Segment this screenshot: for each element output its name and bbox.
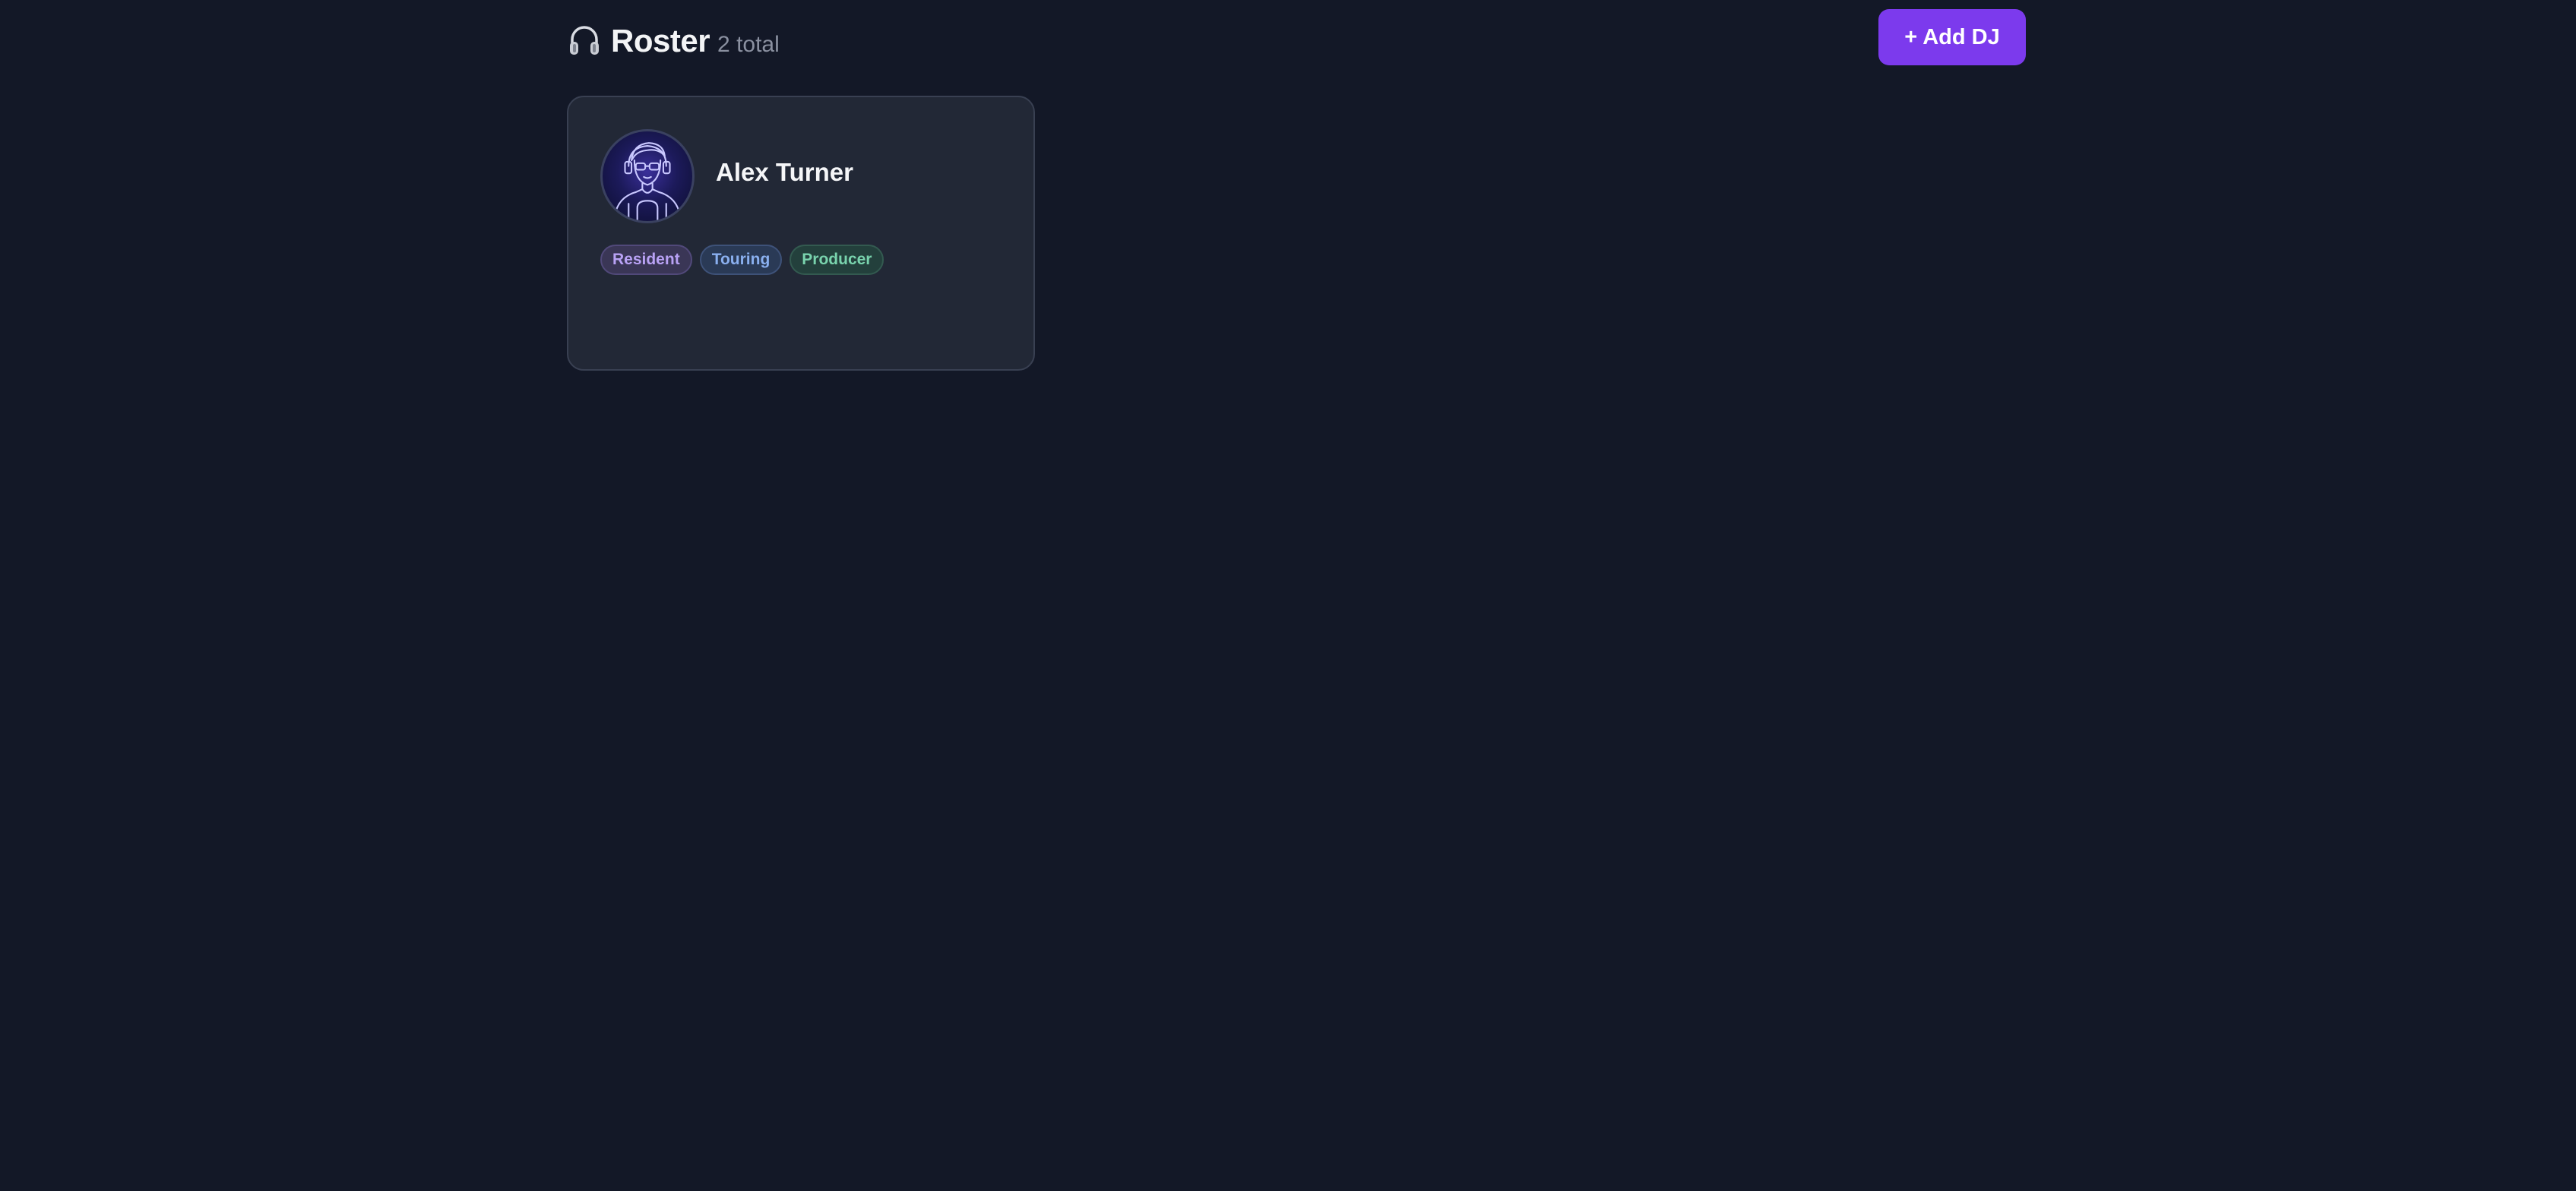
headphones-icon — [567, 23, 602, 58]
roster-count: 2 total — [717, 32, 780, 57]
avatar — [600, 129, 695, 223]
tag-resident: Resident — [600, 245, 692, 275]
tag-producer: Producer — [790, 245, 885, 275]
dj-card[interactable]: Alex Turner Resident Touring Producer — [567, 96, 1035, 371]
dj-avatar-illustration — [613, 142, 682, 221]
add-dj-button[interactable]: + Add DJ — [1878, 9, 2026, 65]
title-group: Roster 2 total — [567, 17, 780, 59]
page-title: Roster — [611, 23, 710, 58]
tag-touring: Touring — [699, 245, 783, 275]
dj-tags: Resident Touring Producer — [600, 245, 885, 275]
dj-name: Alex Turner — [716, 158, 853, 186]
page-header: Roster 2 total + Add DJ — [567, 9, 2026, 67]
roster-page: Roster 2 total + Add DJ Alex Turner Resi… — [0, 0, 2576, 1191]
